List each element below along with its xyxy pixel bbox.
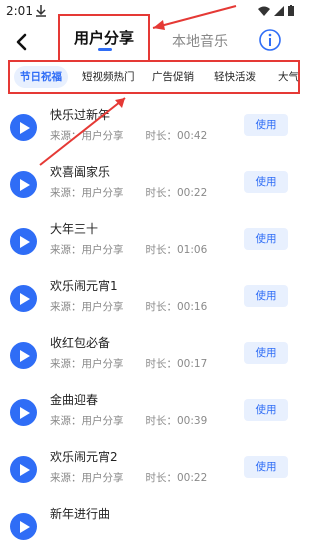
- item-meta: 来源：用户分享 时长：01:06: [50, 242, 207, 257]
- top-nav: 用户分享 本地音乐: [0, 14, 300, 62]
- chip-ads[interactable]: 广告促销: [152, 66, 194, 88]
- play-icon[interactable]: [10, 342, 37, 369]
- item-meta: 来源：用户分享 时长：00:22: [50, 185, 207, 200]
- list-item: 欢乐闹元宵2 来源：用户分享 时长：00:22 使用: [0, 442, 300, 499]
- play-icon[interactable]: [10, 114, 37, 141]
- chip-festival[interactable]: 节日祝福: [14, 66, 68, 88]
- list-item: 金曲迎春 来源：用户分享 时长：00:39 使用: [0, 385, 300, 442]
- list-item: 大年三十 来源：用户分享 时长：01:06 使用: [0, 214, 300, 271]
- item-source: 来源：用户分享: [50, 244, 124, 256]
- item-source: 来源：用户分享: [50, 358, 124, 370]
- chip-upbeat[interactable]: 轻快活泼: [214, 66, 256, 88]
- use-button[interactable]: 使用: [244, 228, 288, 250]
- item-title: 大年三十: [50, 222, 99, 236]
- use-button[interactable]: 使用: [244, 456, 288, 478]
- use-button[interactable]: 使用: [244, 171, 288, 193]
- use-button[interactable]: 使用: [244, 285, 288, 307]
- item-title: 新年进行曲: [50, 507, 111, 521]
- list-item: 欢喜阖家乐 来源：用户分享 时长：00:22 使用: [0, 157, 300, 214]
- play-icon[interactable]: [10, 228, 37, 255]
- item-source: 来源：用户分享: [50, 415, 124, 427]
- play-icon[interactable]: [10, 513, 37, 540]
- item-source: 来源：用户分享: [50, 472, 124, 484]
- chip-short-video[interactable]: 短视频热门: [82, 66, 135, 88]
- item-meta: 来源：用户分享 时长：00:22: [50, 470, 207, 485]
- item-source: 来源：用户分享: [50, 301, 124, 313]
- back-arrow-icon[interactable]: [10, 30, 34, 54]
- item-meta: 来源：用户分享 时长：00:16: [50, 299, 207, 314]
- item-title: 欢乐闹元宵2: [50, 450, 118, 464]
- use-button[interactable]: 使用: [244, 342, 288, 364]
- item-meta: 来源：用户分享 时长：00:39: [50, 413, 207, 428]
- item-meta: 来源：用户分享 时长：00:17: [50, 356, 207, 371]
- tab-user-share-label: 用户分享: [73, 29, 134, 47]
- play-icon[interactable]: [10, 285, 37, 312]
- use-button[interactable]: 使用: [244, 114, 288, 136]
- item-duration: 时长：00:22: [145, 187, 208, 199]
- item-duration: 时长：00:39: [145, 415, 208, 427]
- item-duration: 时长：00:22: [145, 472, 208, 484]
- item-duration: 时长：00:17: [145, 358, 208, 370]
- status-bar: 2:01: [0, 0, 300, 22]
- item-title: 欢乐闹元宵1: [50, 279, 118, 293]
- list-item: 欢乐闹元宵1 来源：用户分享 时长：00:16 使用: [0, 271, 300, 328]
- wifi-icon: [258, 6, 270, 16]
- item-title: 快乐过新年: [50, 108, 111, 122]
- chip-grand[interactable]: 大气磅礴: [278, 66, 298, 88]
- item-title: 欢喜阖家乐: [50, 165, 111, 179]
- item-title: 收红包必备: [50, 336, 111, 350]
- info-icon[interactable]: [258, 28, 282, 52]
- play-icon[interactable]: [10, 171, 37, 198]
- item-duration: 时长：00:42: [145, 130, 208, 142]
- status-time: 2:01: [6, 4, 33, 18]
- item-duration: 时长：01:06: [145, 244, 208, 256]
- system-icons: [258, 5, 294, 16]
- item-source: 来源：用户分享: [50, 187, 124, 199]
- battery-icon: [288, 5, 294, 16]
- use-button[interactable]: 使用: [244, 399, 288, 421]
- list-item: 快乐过新年 来源：用户分享 时长：00:42 使用: [0, 100, 300, 157]
- category-tabs: 节日祝福 短视频热门 广告促销 轻快活泼 大气磅礴: [8, 60, 300, 94]
- item-title: 金曲迎春: [50, 393, 99, 407]
- tab-user-share[interactable]: 用户分享: [58, 14, 150, 62]
- item-meta: 来源：用户分享 时长：00:42: [50, 128, 207, 143]
- item-duration: 时长：00:16: [145, 301, 208, 313]
- tab-local-music[interactable]: 本地音乐: [172, 31, 228, 51]
- list-item: 新年进行曲: [0, 499, 300, 556]
- download-icon: [36, 5, 46, 17]
- signal-icon: [274, 5, 284, 16]
- play-icon[interactable]: [10, 399, 37, 426]
- tab-active-indicator: [98, 48, 112, 51]
- item-source: 来源：用户分享: [50, 130, 124, 142]
- list-item: 收红包必备 来源：用户分享 时长：00:17 使用: [0, 328, 300, 385]
- play-icon[interactable]: [10, 456, 37, 483]
